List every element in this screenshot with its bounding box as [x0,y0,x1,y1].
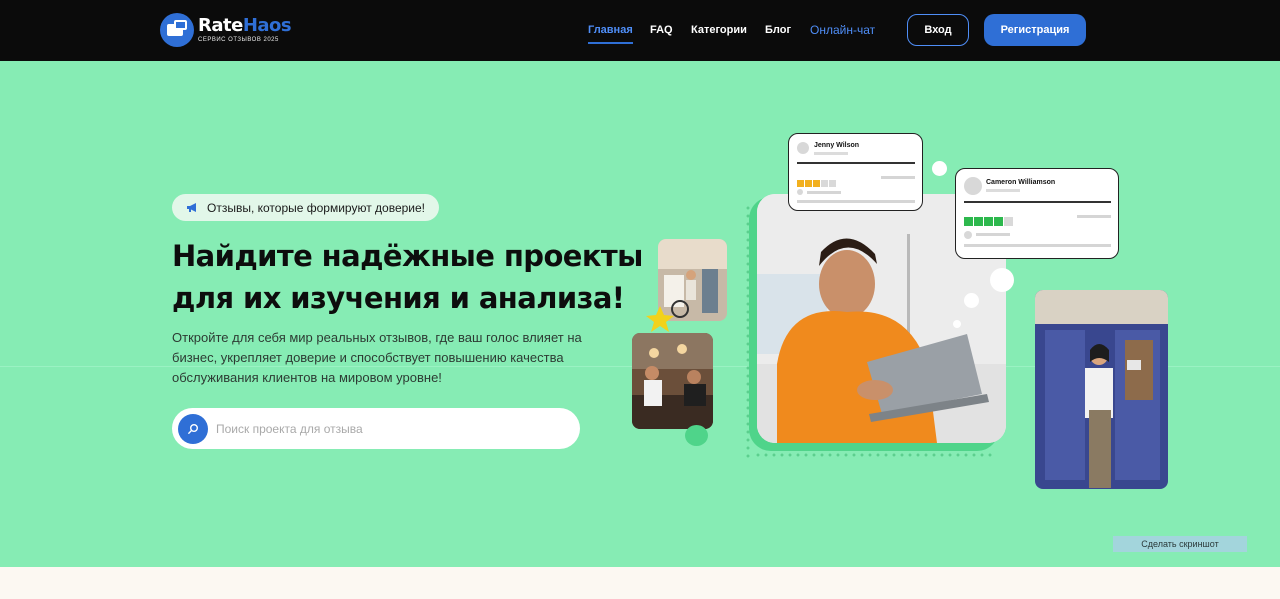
hero-title: Найдите надёжные проекты для их изучения… [172,235,643,319]
decorative-bubble [990,268,1014,292]
star-icon [974,217,983,226]
rating-stars [964,213,1014,231]
decorative-bubble [932,161,947,176]
hero-title-line: Найдите надёжные проекты [172,239,643,273]
review-card: Cameron Williamson [955,168,1119,259]
logo-chat-icon [160,13,194,47]
hero-badge: Отзывы, которые формируют доверие! [172,194,440,221]
hero-section: Отзывы, которые формируют доверие! Найди… [0,61,1280,567]
star-icon [821,180,828,187]
avatar [964,177,982,195]
hero-badge-text: Отзывы, которые формируют доверие! [207,200,426,215]
page-bottom [0,567,1280,599]
review-card-name: Cameron Williamson [986,179,1056,186]
star-icon [805,180,812,187]
nav-blog[interactable]: Блог [765,24,791,36]
star-icon [1004,217,1013,226]
hero-description: Откройте для себя мир реальных отзывов, … [172,328,612,388]
search-bar [172,408,580,449]
search-input[interactable] [216,421,556,436]
nav-home[interactable]: Главная [588,24,633,44]
rating-stars [797,174,837,192]
search-button[interactable] [178,413,208,444]
screenshot-button[interactable]: Сделать скриншот [1113,536,1247,552]
megaphone-icon [186,202,199,213]
decorative-circle [685,425,708,446]
nav-faq[interactable]: FAQ [650,24,673,36]
logo[interactable]: RateHaos СЕРВИС ОТЗЫВОВ 2025 [160,13,292,47]
avatar [797,142,809,154]
star-icon [829,180,836,187]
logo-name: RateHaos [198,15,292,36]
photo-woman-at-shop [1035,290,1168,489]
login-button[interactable]: Вход [907,14,969,46]
star-icon [646,306,674,332]
hero-title-line: для их изучения и анализа! [172,281,625,315]
star-icon [797,180,804,187]
star-icon [964,217,973,226]
star-icon [813,180,820,187]
review-card-name: Jenny Wilson [814,142,860,149]
decorative-bubble [953,320,961,328]
decorative-bubble [964,293,979,308]
review-card: Jenny Wilson [788,133,923,211]
hero-description-line: бизнес, укрепляет доверие и способствует… [172,350,564,365]
top-header: RateHaos СЕРВИС ОТЗЫВОВ 2025 Главная FAQ… [0,0,1280,61]
nav-categories[interactable]: Категории [691,24,747,36]
decorative-dots [754,451,994,459]
search-icon [188,423,198,434]
photo-cafe-meeting [632,333,713,429]
star-icon [984,217,993,226]
logo-tagline: СЕРВИС ОТЗЫВОВ 2025 [198,37,279,43]
register-button[interactable]: Регистрация [984,14,1086,46]
hero-description-line: обслуживания клиентов на мировом уровне! [172,370,442,385]
star-icon [994,217,1003,226]
hero-description-line: Откройте для себя мир реальных отзывов, … [172,330,582,345]
nav-online-chat[interactable]: Онлайн-чат [810,23,875,37]
